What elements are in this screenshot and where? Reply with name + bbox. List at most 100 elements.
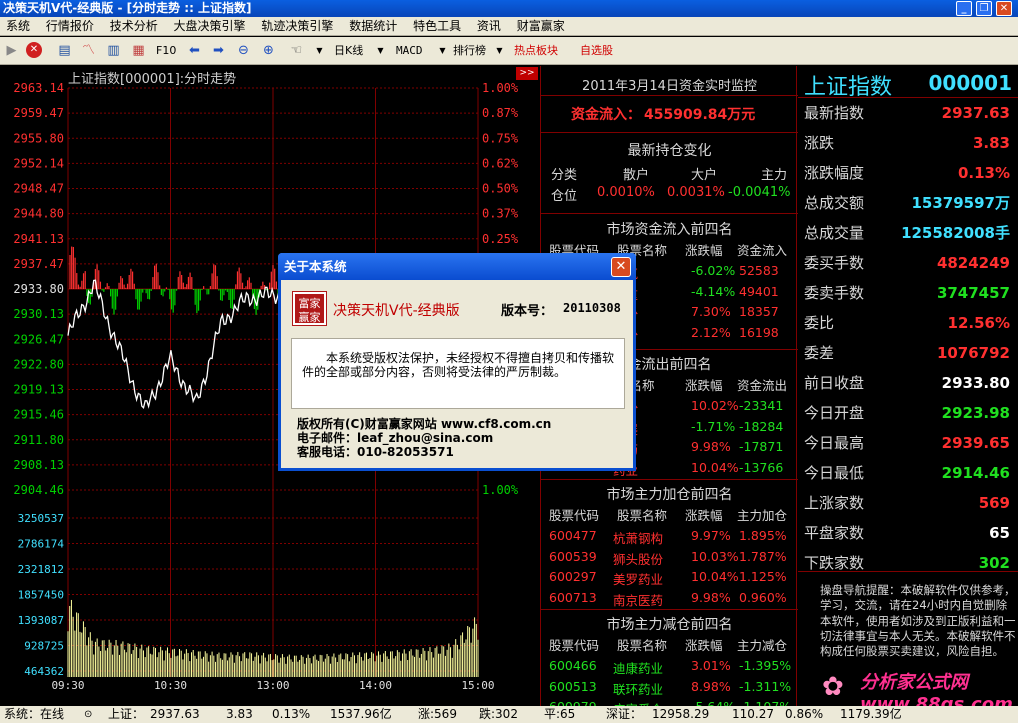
candle-chart-icon[interactable]: ▥ <box>105 42 122 59</box>
table-cell: 2.12% <box>691 324 731 340</box>
status-sz-percent: 0.86% <box>785 707 824 721</box>
table-cell: 0.960% <box>739 589 787 605</box>
chevron-down-icon[interactable]: ▼ <box>372 42 389 59</box>
quote-row-label: 委买手数 <box>804 254 865 272</box>
status-bar: 系统：在线 ⊙ 上证： 2937.63 3.83 0.13% 1537.96亿 … <box>0 706 1018 723</box>
play-icon[interactable]: ▶ <box>3 42 20 59</box>
quote-row: 委差 1076792 <box>802 339 1016 367</box>
hot-sector-button[interactable]: 热点板块 <box>514 41 558 61</box>
minimize-button[interactable]: _ <box>956 1 972 16</box>
price-tick-label: 2908.13 <box>13 458 64 472</box>
quote-row-label: 前日收盘 <box>804 374 865 392</box>
dialog-phone-line: 客服电话：010-82053571 <box>297 445 454 459</box>
table-row[interactable]: 600713 南京医药 9.98% 0.960% <box>545 590 795 610</box>
menu-tech-analysis[interactable]: 技术分析 <box>104 17 164 36</box>
table-icon[interactable]: ▤ <box>56 42 73 59</box>
restore-button[interactable]: ❐ <box>976 1 992 16</box>
table-cell: -6.02% <box>691 263 736 278</box>
quote-row: 涨跌 3.83 <box>802 129 1016 157</box>
pos-header-category: 分类 <box>551 168 578 183</box>
table-cell: 10.04% <box>691 459 739 475</box>
price-tick-label: 2930.13 <box>13 307 64 321</box>
quote-row: 总成交量 125582008手 <box>802 219 1016 247</box>
grid-icon[interactable]: ▦ <box>130 42 147 59</box>
about-dialog: 关于本系统 ✕ 富家赢家 决策天机Ⅴ代-经典版 版本号： 20110308 本系… <box>278 253 636 471</box>
section-header-row: 股票代码 股票名称 涨跌幅 主力减仓 <box>545 635 795 655</box>
quote-code: 000001 <box>928 71 1013 95</box>
rank-dropdown[interactable]: 排行榜 <box>453 41 486 61</box>
menu-quotes[interactable]: 行情报价 <box>40 17 100 36</box>
menu-tools[interactable]: 特色工具 <box>407 17 467 36</box>
menu-track-engine[interactable]: 轨迹决策引擎 <box>255 17 339 36</box>
table-cell: -13766 <box>739 459 784 475</box>
section-title: 市场资金流入前四名 <box>606 222 733 238</box>
status-sz-amount: 1179.39亿 <box>840 707 902 721</box>
inflow-label: 资金流入： <box>571 107 641 123</box>
chevron-down-icon[interactable]: ▼ <box>311 42 328 59</box>
table-row[interactable]: 600297 美罗药业 10.04% 1.125% <box>545 569 795 589</box>
arrow-left-icon[interactable]: ⬅ <box>186 42 203 59</box>
chevron-down-icon[interactable]: ▼ <box>491 42 508 59</box>
quote-row-value: 2923.98 <box>941 404 1010 422</box>
table-row[interactable]: 600513 联环药业 8.98% -1.311% <box>545 679 795 699</box>
table-cell: -1.71% <box>691 418 736 434</box>
table-row[interactable]: 600466 迪康药业 3.01% -1.395% <box>545 658 795 678</box>
table-cell: 600713 <box>549 589 597 605</box>
close-button[interactable]: ✕ <box>996 1 1012 16</box>
time-tick-label: 09:30 <box>51 679 84 692</box>
menu-system[interactable]: 系统 <box>0 17 36 36</box>
f10-button[interactable]: F10 <box>156 41 176 61</box>
menu-news[interactable]: 资讯 <box>471 17 507 36</box>
table-cell: 10.03% <box>691 548 739 564</box>
table-row[interactable]: 600477 杭萧钢构 9.97% 1.895% <box>545 528 795 548</box>
indicator-dropdown[interactable]: MACD <box>396 41 423 61</box>
table-cell: 美罗药业 <box>613 572 664 587</box>
menu-fortune[interactable]: 财富赢家 <box>511 17 571 36</box>
table-cell: 52583 <box>739 263 779 278</box>
dialog-close-button[interactable]: ✕ <box>611 257 631 277</box>
dialog-version-value: 20110308 <box>563 301 621 315</box>
quote-row: 上涨家数 569 <box>802 489 1016 517</box>
section-header-row: 股票代码 股票名称 涨跌幅 主力加仓 <box>545 505 795 525</box>
percent-tick-label: 0.37% <box>482 207 519 221</box>
quote-row-label: 涨跌幅度 <box>804 164 865 182</box>
price-tick-label: 2948.47 <box>13 182 64 196</box>
arrow-right-icon[interactable]: ➡ <box>210 42 227 59</box>
quote-row-label: 上涨家数 <box>804 494 865 512</box>
table-row[interactable]: 600539 狮头股份 10.03% 1.787% <box>545 549 795 569</box>
zoom-out-icon[interactable]: ⊖ <box>235 42 252 59</box>
collapse-panel-button[interactable]: >> <box>516 67 538 80</box>
volume-tick-label: 2321812 <box>18 563 64 576</box>
line-chart-icon[interactable]: 〽 <box>80 42 97 59</box>
dialog-titlebar: 关于本系统 ✕ <box>278 253 636 280</box>
table-cell: 9.98% <box>691 439 731 454</box>
quote-row-value: 12.56% <box>947 314 1010 332</box>
quote-row-value: 569 <box>978 494 1010 512</box>
period-dropdown[interactable]: 日K线 <box>334 41 363 61</box>
window-titlebar: 决策天机Ⅴ代-经典版 - [分时走势 :: 上证指数] _ ❐ ✕ <box>0 0 1018 17</box>
stop-icon[interactable]: ✕ <box>26 42 42 58</box>
position-title: 最新持仓变化 <box>627 143 712 159</box>
table-cell: -23341 <box>739 398 784 413</box>
section-header-cell: 股票代码 <box>549 508 600 523</box>
dialog-copyright-notice: 本系统受版权法保护，未经授权不得擅自拷贝和传播软件的全部或部分内容，否则将受法律… <box>291 338 625 409</box>
section-header-cell: 涨跌幅 <box>685 508 723 523</box>
section-header-cell: 股票名称 <box>617 638 668 653</box>
status-system: 系统：在线 <box>4 707 65 721</box>
quote-row-value: 2937.63 <box>941 104 1010 122</box>
price-tick-label: 2963.14 <box>13 81 64 95</box>
section-header-cell: 涨跌幅 <box>685 638 723 653</box>
quote-row-value: 2914.46 <box>941 464 1010 482</box>
quote-row-label: 总成交额 <box>804 194 865 212</box>
dialog-version-label: 版本号： <box>501 304 554 319</box>
watchlist-button[interactable]: 自选股 <box>580 41 613 61</box>
chevron-down-icon[interactable]: ▼ <box>434 42 451 59</box>
menu-market-engine[interactable]: 大盘决策引擎 <box>168 17 252 36</box>
menu-statistics[interactable]: 数据统计 <box>343 17 403 36</box>
quote-row-label: 委比 <box>804 314 835 332</box>
section-header-cell: 股票名称 <box>617 508 668 523</box>
zoom-in-icon[interactable]: ⊕ <box>260 42 277 59</box>
table-cell: 9.97% <box>691 528 731 543</box>
quote-row-value: 3747457 <box>936 284 1010 302</box>
hand-icon[interactable]: ☜ <box>288 42 305 59</box>
